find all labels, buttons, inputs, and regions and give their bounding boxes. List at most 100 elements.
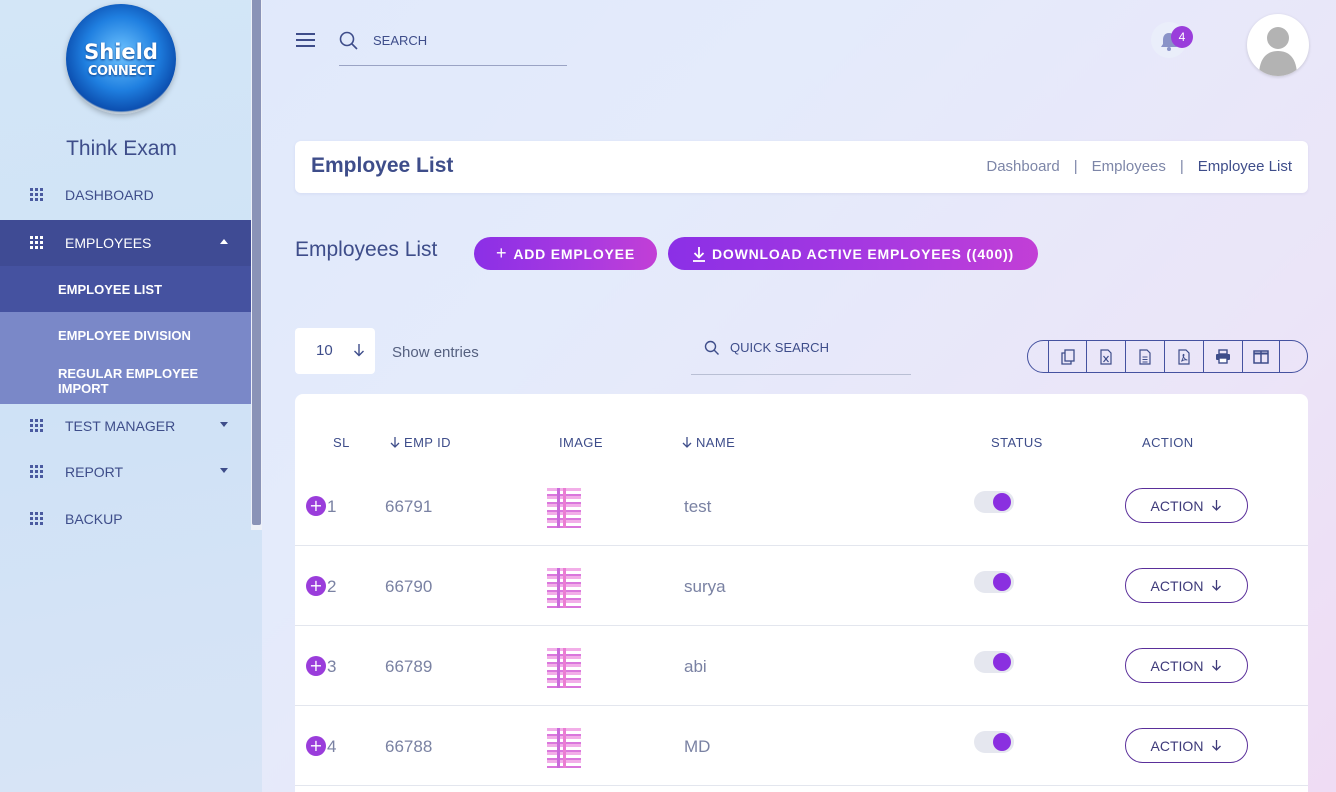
pdf-icon xyxy=(1178,348,1190,365)
sidebar-subitem-employee-division[interactable]: EMPLOYEE DIVISION xyxy=(0,312,251,358)
show-entries-label: Show entries xyxy=(392,344,479,361)
page-header-card: Employee List Dashboard | Employees | Em… xyxy=(295,141,1308,193)
header-label: SL xyxy=(333,435,350,450)
employee-photo xyxy=(547,568,581,608)
table-row: + 2 66790 surya ACTION xyxy=(295,546,1308,626)
cell-sl: 2 xyxy=(327,577,337,596)
menu-toggle-icon[interactable] xyxy=(296,33,315,48)
breadcrumb-employees[interactable]: Employees xyxy=(1092,158,1166,175)
column-header-image: IMAGE xyxy=(559,435,603,450)
toggle-knob xyxy=(993,653,1011,671)
toggle-knob xyxy=(993,493,1011,511)
csv-icon xyxy=(1139,348,1151,365)
quick-search[interactable] xyxy=(691,330,911,375)
user-avatar[interactable] xyxy=(1247,14,1309,76)
export-button-group xyxy=(1027,340,1308,373)
cell-emp-id: 66790 xyxy=(385,577,433,596)
grid-icon xyxy=(30,465,43,478)
sidebar-subitem-employee-list[interactable]: EMPLOYEE LIST xyxy=(0,266,251,312)
grid-icon xyxy=(30,512,43,525)
breadcrumb-current: Employee List xyxy=(1197,158,1292,175)
sidebar-item-dashboard[interactable]: DASHBOARD xyxy=(0,172,251,218)
column-header-sl[interactable]: SL xyxy=(333,435,350,450)
entries-per-page-select[interactable]: 10 xyxy=(295,328,375,374)
excel-icon xyxy=(1100,348,1112,365)
plus-icon: + xyxy=(496,243,508,263)
sidebar-subitem-regular-employee-import[interactable]: REGULAR EMPLOYEE IMPORT xyxy=(0,358,251,404)
sidebar-item-report[interactable]: REPORT xyxy=(0,449,251,495)
sidebar-item-test-manager[interactable]: TEST MANAGER xyxy=(0,403,251,449)
action-dropdown-button[interactable]: ACTION xyxy=(1125,728,1248,763)
columns-button[interactable] xyxy=(1243,341,1280,372)
action-dropdown-button[interactable]: ACTION xyxy=(1125,648,1248,683)
caret-up-icon xyxy=(220,239,228,244)
grid-icon xyxy=(30,188,43,201)
employee-table: SL EMP ID IMAGE NAME STATUS ACTION + 1 6… xyxy=(295,394,1308,792)
sidebar-item-backup[interactable]: BACKUP xyxy=(0,496,251,542)
search-icon xyxy=(704,340,719,355)
search-input[interactable] xyxy=(373,33,553,48)
print-icon xyxy=(1216,349,1230,364)
action-label: ACTION xyxy=(1150,737,1204,754)
sidebar-item-label: REPORT xyxy=(65,464,124,480)
user-silhouette-icon xyxy=(1259,27,1297,76)
action-dropdown-button[interactable]: ACTION xyxy=(1125,488,1248,523)
table-row: + 1 66791 test ACTION xyxy=(295,466,1308,546)
pdf-button[interactable] xyxy=(1165,341,1204,372)
cell-name: abi xyxy=(684,657,707,676)
logo-text-line2: CONNECT xyxy=(87,64,155,79)
column-header-emp-id[interactable]: EMP ID xyxy=(390,435,451,450)
sidebar-item-label: TEST MANAGER xyxy=(65,418,176,434)
expand-row-plus-icon[interactable]: + xyxy=(306,496,326,516)
columns-icon xyxy=(1253,349,1269,364)
expand-row-plus-icon[interactable]: + xyxy=(306,656,326,676)
column-header-name[interactable]: NAME xyxy=(682,435,735,450)
add-employee-button[interactable]: + ADD EMPLOYEE xyxy=(474,237,657,270)
action-dropdown-button[interactable]: ACTION xyxy=(1125,568,1248,603)
sidebar-scrollbar-thumb[interactable] xyxy=(252,0,261,525)
quick-search-input[interactable] xyxy=(730,340,900,355)
toggle-knob xyxy=(993,573,1011,591)
copy-icon xyxy=(1060,348,1075,365)
copy-button[interactable] xyxy=(1048,341,1087,372)
column-header-action: ACTION xyxy=(1142,435,1194,450)
expand-row-plus-icon[interactable]: + xyxy=(306,736,326,756)
download-employees-button[interactable]: DOWNLOAD ACTIVE EMPLOYEES ((400)) xyxy=(668,237,1038,270)
page-title: Employee List xyxy=(311,154,454,177)
entries-value: 10 xyxy=(316,342,333,359)
csv-button[interactable] xyxy=(1126,341,1165,372)
status-toggle[interactable] xyxy=(974,651,1014,673)
arrow-down-icon xyxy=(1212,580,1222,591)
header-label: EMP ID xyxy=(404,435,451,450)
section-title: Employees List xyxy=(295,238,438,261)
breadcrumb-separator: | xyxy=(1179,158,1184,175)
cell-sl: 3 xyxy=(327,657,337,676)
notification-count-badge: 4 xyxy=(1171,26,1193,48)
global-search[interactable] xyxy=(339,25,567,66)
caret-down-icon xyxy=(220,422,228,427)
excel-button[interactable] xyxy=(1087,341,1126,372)
status-toggle[interactable] xyxy=(974,571,1014,593)
search-icon xyxy=(339,31,358,50)
arrow-down-icon xyxy=(354,344,364,357)
sidebar-item-label: DASHBOARD xyxy=(65,187,154,203)
cell-name: test xyxy=(684,497,712,516)
download-employees-label: DOWNLOAD ACTIVE EMPLOYEES ((400)) xyxy=(711,245,1014,262)
shield-connect-logo[interactable]: Shield CONNECT xyxy=(66,4,176,114)
arrow-down-icon xyxy=(1212,740,1222,751)
cell-sl: 1 xyxy=(327,497,337,516)
action-label: ACTION xyxy=(1150,577,1204,594)
sort-arrow-down-icon xyxy=(682,437,692,448)
employee-photo xyxy=(547,728,581,768)
action-label: ACTION xyxy=(1150,657,1204,674)
expand-row-plus-icon[interactable]: + xyxy=(306,576,326,596)
cell-emp-id: 66791 xyxy=(385,497,433,516)
brand-name: Think Exam xyxy=(66,137,177,160)
action-label: ACTION xyxy=(1150,497,1204,514)
sidebar-item-employees[interactable]: EMPLOYEES xyxy=(0,220,251,266)
breadcrumb-dashboard[interactable]: Dashboard xyxy=(986,158,1059,175)
status-toggle[interactable] xyxy=(974,731,1014,753)
status-toggle[interactable] xyxy=(974,491,1014,513)
print-button[interactable] xyxy=(1204,341,1243,372)
table-row: + 3 66789 abi ACTION xyxy=(295,626,1308,706)
